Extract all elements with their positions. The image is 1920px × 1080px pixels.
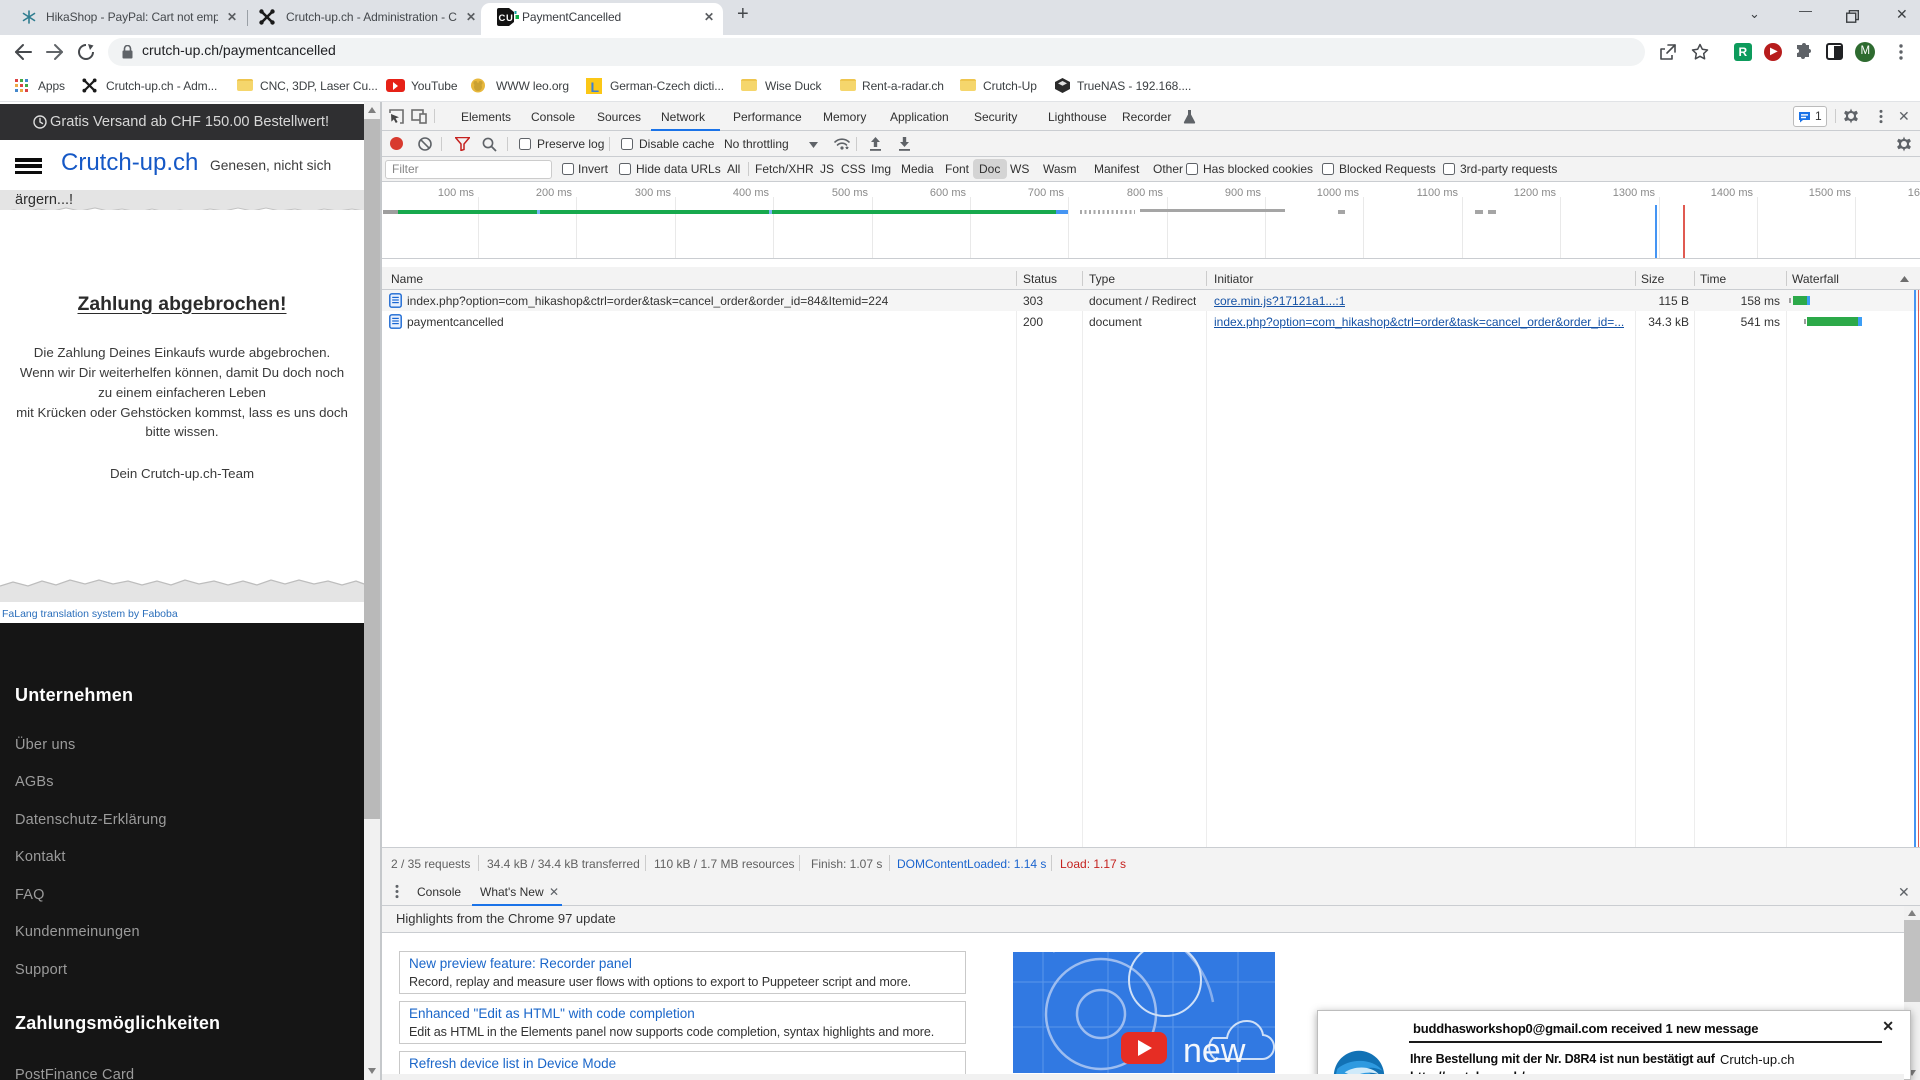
svg-text:C: C [499, 13, 506, 24]
svg-text:new: new [1183, 1032, 1246, 1070]
svg-text:U: U [506, 13, 513, 24]
